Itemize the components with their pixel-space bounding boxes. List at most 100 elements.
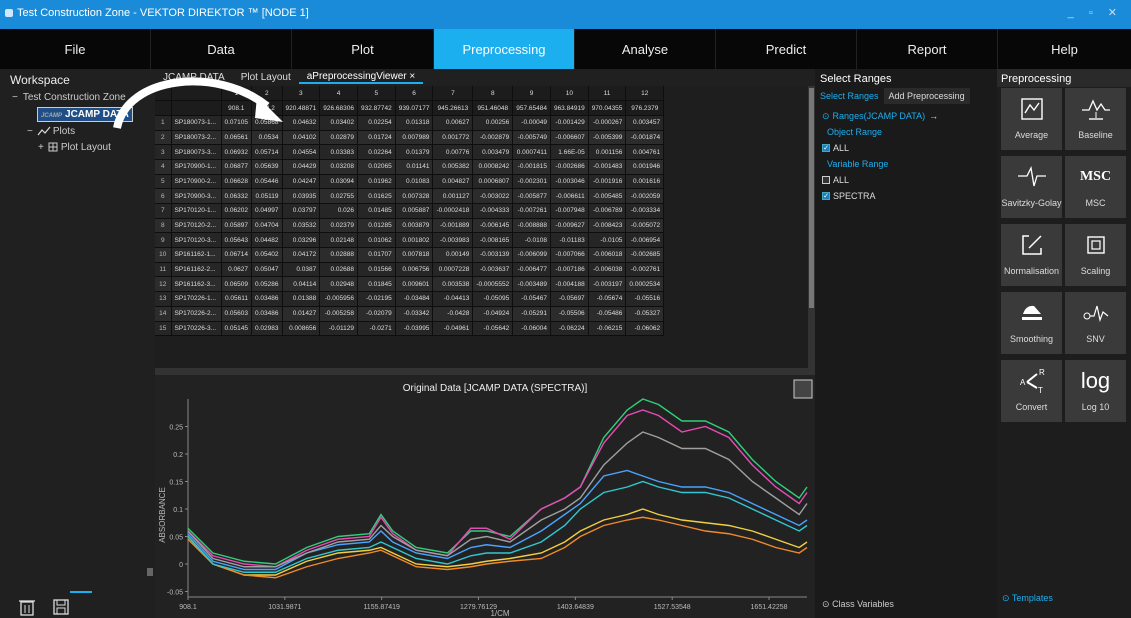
table-cell[interactable]: -0.00049 [512,115,551,131]
menu-data[interactable]: Data [151,29,292,69]
row-number[interactable]: 14 [155,306,172,322]
row-number[interactable]: 5 [155,174,172,190]
table-cell[interactable]: -0.04961 [432,321,474,337]
table-cell[interactable]: 0.0007228 [432,262,474,278]
ranges-group[interactable]: ⊙ Ranges(JCAMP DATA) → [815,108,997,124]
row-number[interactable]: 4 [155,159,172,175]
table-cell[interactable]: 0.003479 [472,144,514,160]
tile-scaling[interactable]: Scaling [1065,224,1126,286]
table-cell[interactable]: 0.03208 [319,159,358,175]
tile-smoothing[interactable]: Smoothing [1001,292,1062,354]
sample-name[interactable]: SP161162-2... [171,262,222,278]
tile-convert[interactable]: R A T Convert [1001,360,1062,422]
table-cell[interactable]: 0.04247 [282,174,321,190]
table-row[interactable]: 4 SP170900-1... 0.06877 0.05639 0.04429 0.032… [155,159,665,175]
table-cell[interactable]: 0.05402 [251,247,283,263]
table-cell[interactable]: -0.002686 [550,159,589,175]
table-cell[interactable]: -0.002761 [625,262,665,278]
table-cell[interactable]: 0.06628 [221,174,252,190]
table-cell[interactable]: 0.0008242 [472,159,514,175]
table-cell[interactable]: -0.06004 [512,321,551,337]
table-cell[interactable]: -0.03342 [395,306,434,322]
table-cell[interactable]: 0.007989 [395,130,434,146]
panel-splitter[interactable] [155,368,815,375]
table-cell[interactable]: 0.00627 [432,115,474,131]
col-wave-header[interactable]: 951.46048 [472,100,514,116]
table-cell[interactable]: -0.005749 [512,130,551,146]
row-number[interactable]: 8 [155,218,172,234]
row-number[interactable]: 10 [155,247,172,263]
table-cell[interactable]: -0.05506 [550,306,589,322]
menu-plot[interactable]: Plot [292,29,434,69]
collapse-icon[interactable]: − [12,92,18,103]
table-row[interactable]: 9 SP170120-3... 0.05643 0.04482 0.03296 0.021… [155,232,665,249]
table-row[interactable]: 6 SP170900-3... 0.06332 0.05119 0.03935 0.027… [155,188,665,204]
table-cell[interactable]: -0.06062 [625,321,665,337]
table-cell[interactable]: -0.0105 [588,232,627,249]
table-cell[interactable]: 0.01427 [282,306,321,322]
table-cell[interactable]: -0.008165 [472,232,514,249]
variable-all-row[interactable]: ALL [815,172,997,188]
table-cell[interactable]: 0.05714 [251,144,283,160]
table-cell[interactable]: 0.05286 [251,276,283,293]
row-number[interactable]: 7 [155,203,172,219]
table-cell[interactable]: 0.009601 [395,276,434,293]
table-cell[interactable]: 0.05643 [221,232,252,249]
table-row[interactable]: 5 SP170900-2... 0.06628 0.05446 0.04247 0.030… [155,174,665,190]
table-cell[interactable]: 0.003879 [395,218,434,234]
table-cell[interactable]: 0.05897 [221,218,252,234]
sample-name[interactable]: SP170120-2... [171,218,222,234]
table-cell[interactable]: -0.008888 [512,218,551,234]
table-row[interactable]: 12 SP161162-3... 0.06509 0.05286 0.04114 0.02… [155,276,665,293]
table-cell[interactable]: -0.05327 [625,306,665,322]
table-cell[interactable]: -0.03995 [395,321,434,337]
table-cell[interactable]: 0.004827 [432,174,474,190]
table-cell[interactable]: 0.01285 [357,218,396,234]
table-cell[interactable]: 0.03383 [319,144,358,160]
table-cell[interactable]: -0.007186 [550,262,589,278]
table-cell[interactable]: -0.007261 [512,203,551,219]
spectra-checkbox[interactable]: ✓ [822,192,830,200]
table-cell[interactable]: 0.0007411 [512,144,551,160]
col-wave-header[interactable]: 945.26613 [432,100,474,116]
table-cell[interactable]: -0.001815 [512,159,551,175]
table-row[interactable]: 15 SP170226-3... 0.05145 0.02983 0.008656 -0.… [155,321,665,337]
table-cell[interactable]: 0.01379 [395,144,434,160]
table-cell[interactable]: 0.005887 [395,203,434,219]
table-cell[interactable]: 0.01062 [357,232,396,249]
table-cell[interactable]: 0.003457 [625,115,665,131]
table-cell[interactable]: 0.0627 [221,262,252,278]
table-cell[interactable]: 0.007328 [395,188,434,204]
table-cell[interactable]: 0.01083 [395,174,434,190]
table-cell[interactable]: 0.00149 [432,247,474,263]
table-row[interactable]: 7 SP170120-1... 0.06202 0.04997 0.03797 0.026… [155,203,665,219]
class-variables-toggle[interactable]: ⊙ Class Variables [822,599,894,610]
table-cell[interactable]: 0.06509 [221,276,252,293]
menu-report[interactable]: Report [857,29,998,69]
table-cell[interactable]: -0.01183 [550,232,589,249]
table-cell[interactable]: 0.01318 [395,115,434,131]
table-cell[interactable]: -0.002059 [625,188,665,204]
table-cell[interactable]: -0.006607 [550,130,589,146]
sample-name[interactable]: SP161162-3... [171,276,222,293]
save-icon[interactable] [53,599,69,615]
table-cell[interactable]: 0.02755 [319,188,358,204]
table-cell[interactable]: 0.02888 [319,247,358,263]
table-cell[interactable]: -0.002879 [472,130,514,146]
object-all-row[interactable]: ✓ ALL [815,140,997,156]
table-cell[interactable]: 0.01625 [357,188,396,204]
table-cell[interactable]: -0.008423 [588,218,627,234]
table-cell[interactable]: 0.00776 [432,144,474,160]
table-cell[interactable]: -0.0005552 [472,276,514,293]
grid-scroll-thumb[interactable] [809,88,814,308]
table-cell[interactable]: -0.06215 [588,321,627,337]
table-cell[interactable]: -0.005877 [512,188,551,204]
table-cell[interactable]: -0.000267 [588,115,627,131]
table-cell[interactable]: -0.003637 [472,262,514,278]
tile-normalisation[interactable]: Normalisation [1001,224,1062,286]
table-cell[interactable]: 0.05446 [251,174,283,190]
table-cell[interactable]: -0.005956 [319,291,358,307]
table-cell[interactable]: -0.03484 [395,291,434,307]
row-number[interactable]: 13 [155,291,172,307]
table-row[interactable]: 14 SP170226-2... 0.05603 0.03486 0.01427 -0.0… [155,306,665,322]
